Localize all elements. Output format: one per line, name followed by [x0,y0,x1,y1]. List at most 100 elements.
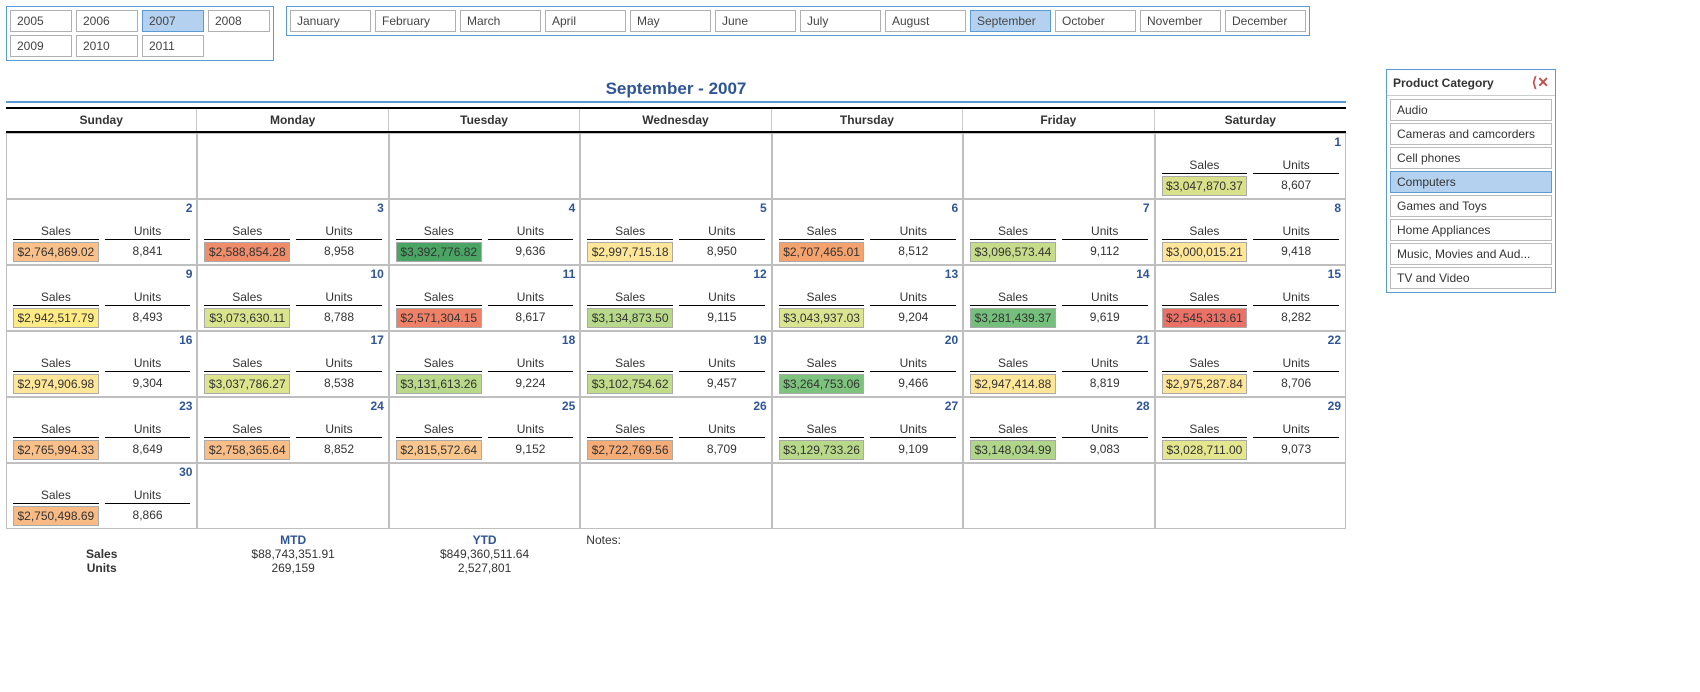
ytd-header: YTD [389,533,580,547]
calendar-cell: 28SalesUnits$3,148,034.999,083 [963,397,1154,463]
calendar-cell: 11SalesUnits$2,571,304.158,617 [389,265,580,331]
cell-sales-label: Sales [13,224,99,240]
cell-units-label: Units [870,224,956,240]
day-number: 7 [1143,201,1150,215]
month-option-april[interactable]: April [545,10,626,32]
calendar-cell: 13SalesUnits$3,043,937.039,204 [772,265,963,331]
cell-units-value: 9,619 [1062,308,1148,328]
calendar-cell: 9SalesUnits$2,942,517.798,493 [6,265,197,331]
weekday-header: Sunday [6,109,197,131]
year-option-2008[interactable]: 2008 [208,10,270,32]
cell-units-value: 8,852 [296,440,382,460]
cell-units-label: Units [870,422,956,438]
report-title: September - 2007 [6,79,1346,103]
year-option-2011[interactable]: 2011 [142,35,204,57]
day-number: 1 [1334,135,1341,149]
cell-sales-value: $2,707,465.01 [779,242,865,262]
cell-units-label: Units [488,356,574,372]
day-number: 5 [760,201,767,215]
cell-sales-value: $2,722,769.56 [587,440,673,460]
year-option-2009[interactable]: 2009 [10,35,72,57]
category-option[interactable]: TV and Video [1390,267,1552,289]
month-option-may[interactable]: May [630,10,711,32]
day-number: 28 [1136,399,1149,413]
category-option[interactable]: Computers [1390,171,1552,193]
calendar-cell: 21SalesUnits$2,947,414.888,819 [963,331,1154,397]
month-option-july[interactable]: July [800,10,881,32]
month-option-september[interactable]: September [970,10,1051,32]
cell-sales-value: $3,037,786.27 [204,374,290,394]
year-option-2006[interactable]: 2006 [76,10,138,32]
year-option-2005[interactable]: 2005 [10,10,72,32]
cell-sales-label: Sales [587,356,673,372]
cell-sales-label: Sales [970,290,1056,306]
calendar-cell: 6SalesUnits$2,707,465.018,512 [772,199,963,265]
cell-sales-label: Sales [1162,224,1248,240]
cell-units-value: 9,457 [679,374,765,394]
month-option-june[interactable]: June [715,10,796,32]
calendar-cell [580,133,771,199]
cell-sales-label: Sales [204,356,290,372]
cell-units-label: Units [679,290,765,306]
cell-units-value: 8,538 [296,374,382,394]
category-option[interactable]: Cameras and camcorders [1390,123,1552,145]
cell-units-value: 9,204 [870,308,956,328]
day-number: 20 [945,333,958,347]
calendar-cell: 27SalesUnits$3,129,733.269,109 [772,397,963,463]
year-option-2007[interactable]: 2007 [142,10,204,32]
cell-sales-value: $2,815,572.64 [396,440,482,460]
calendar-cell: 14SalesUnits$3,281,439.379,619 [963,265,1154,331]
cell-units-value: 9,304 [105,374,191,394]
calendar-cell: 30SalesUnits$2,750,498.698,866 [6,463,197,529]
summary-sales-label: Sales [6,547,197,561]
calendar-cell: 8SalesUnits$3,000,015.219,418 [1155,199,1346,265]
cell-units-label: Units [296,290,382,306]
cell-units-label: Units [1253,158,1339,174]
cell-units-value: 8,617 [488,308,574,328]
month-option-december[interactable]: December [1225,10,1306,32]
month-option-january[interactable]: January [290,10,371,32]
cell-units-label: Units [1062,290,1148,306]
month-option-november[interactable]: November [1140,10,1221,32]
clear-filter-icon[interactable]: ⟨✕ [1532,74,1549,91]
cell-sales-label: Sales [396,290,482,306]
cell-sales-value: $2,947,414.88 [970,374,1056,394]
day-number: 14 [1136,267,1149,281]
calendar-cell: 24SalesUnits$2,758,365.648,852 [197,397,388,463]
day-number: 18 [562,333,575,347]
category-option[interactable]: Games and Toys [1390,195,1552,217]
day-number: 13 [945,267,958,281]
month-option-october[interactable]: October [1055,10,1136,32]
cell-sales-label: Sales [13,290,99,306]
cell-sales-label: Sales [1162,422,1248,438]
category-option[interactable]: Cell phones [1390,147,1552,169]
category-option[interactable]: Audio [1390,99,1552,121]
month-option-march[interactable]: March [460,10,541,32]
cell-units-label: Units [105,224,191,240]
cell-sales-value: $3,028,711.00 [1162,440,1248,460]
cell-units-label: Units [488,224,574,240]
cell-sales-value: $3,129,733.26 [779,440,865,460]
cell-sales-label: Sales [779,224,865,240]
cell-sales-label: Sales [1162,290,1248,306]
cell-sales-value: $2,765,994.33 [13,440,99,460]
cell-units-label: Units [1062,422,1148,438]
year-option-2010[interactable]: 2010 [76,35,138,57]
month-option-february[interactable]: February [375,10,456,32]
cell-units-label: Units [1062,356,1148,372]
cell-units-label: Units [1253,422,1339,438]
day-number: 30 [179,465,192,479]
cell-units-value: 8,819 [1062,374,1148,394]
category-option[interactable]: Music, Movies and Aud... [1390,243,1552,265]
category-option[interactable]: Home Appliances [1390,219,1552,241]
calendar-cell: 4SalesUnits$3,392,776.829,636 [389,199,580,265]
cell-units-value: 8,607 [1253,176,1339,196]
day-number: 11 [563,267,576,281]
cell-sales-label: Sales [779,422,865,438]
summary-units-label: Units [6,561,197,575]
calendar-cell: 17SalesUnits$3,037,786.278,538 [197,331,388,397]
day-number: 19 [753,333,766,347]
month-option-august[interactable]: August [885,10,966,32]
cell-sales-label: Sales [587,224,673,240]
cell-sales-label: Sales [1162,158,1248,174]
